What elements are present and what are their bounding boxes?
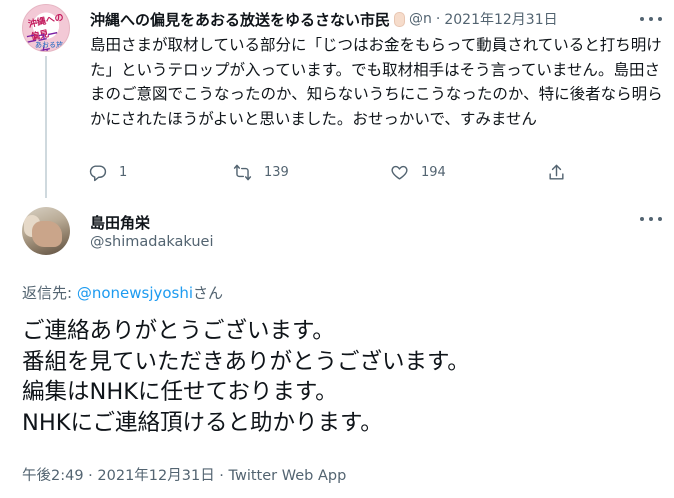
- share-icon: [549, 164, 564, 180]
- share-button[interactable]: [547, 160, 578, 184]
- replying-prefix: 返信先:: [22, 284, 77, 302]
- retweet-icon: [233, 164, 252, 180]
- heart-icon: [391, 165, 408, 180]
- replying-suffix: さん: [193, 284, 224, 302]
- like-count: 194: [421, 164, 446, 180]
- avatar-text: あおる放送: [35, 41, 63, 49]
- display-name[interactable]: 沖縄への偏見をあおる放送をゆるさない市民: [90, 9, 390, 30]
- avatar[interactable]: 沖縄への偏見 ニュース女 あおる放送: [22, 4, 70, 52]
- separator: ·: [435, 11, 441, 27]
- like-button[interactable]: 194: [390, 160, 446, 184]
- reply-icon: [89, 164, 107, 181]
- tweet-text: 島田さまが取材している部分に「じつはお金をもらって動員されていると打ち明けた」と…: [90, 36, 663, 128]
- tweet-thread-view: 沖縄への偏見 ニュース女 あおる放送 沖縄への偏見をあおる放送をゆるさない市民 …: [0, 0, 674, 498]
- reply-count: 1: [119, 164, 128, 180]
- tweet-text: ご連絡ありがとうございます。 番組を見ていただきありがとうございます。 編集はN…: [22, 318, 470, 436]
- retweet-count: 139: [264, 164, 289, 180]
- thread-connector-line: [45, 56, 47, 198]
- user-handle[interactable]: @shimadakakuei: [90, 234, 214, 250]
- more-options-icon[interactable]: [640, 10, 662, 28]
- egg-emoji-icon: [394, 11, 406, 27]
- reply-button[interactable]: 1: [88, 160, 127, 184]
- tweet-header: 沖縄への偏見をあおる放送をゆるさない市民 @n · 2021年12月31日: [90, 8, 558, 30]
- display-name[interactable]: 島田角栄: [90, 212, 150, 233]
- tweet-actions: 1 139 194: [82, 160, 582, 184]
- retweet-button[interactable]: 139: [233, 160, 289, 184]
- mention-link[interactable]: @nonewsjyoshi: [77, 284, 193, 302]
- tweet-date[interactable]: 2021年12月31日: [444, 9, 557, 29]
- user-handle[interactable]: @n: [409, 11, 432, 27]
- avatar[interactable]: [22, 207, 70, 255]
- replying-to: 返信先: @nonewsjyoshiさん: [22, 282, 223, 303]
- more-options-icon[interactable]: [640, 210, 662, 228]
- tweet-timestamp[interactable]: 午後2:49 · 2021年12月31日 · Twitter Web App: [22, 464, 346, 485]
